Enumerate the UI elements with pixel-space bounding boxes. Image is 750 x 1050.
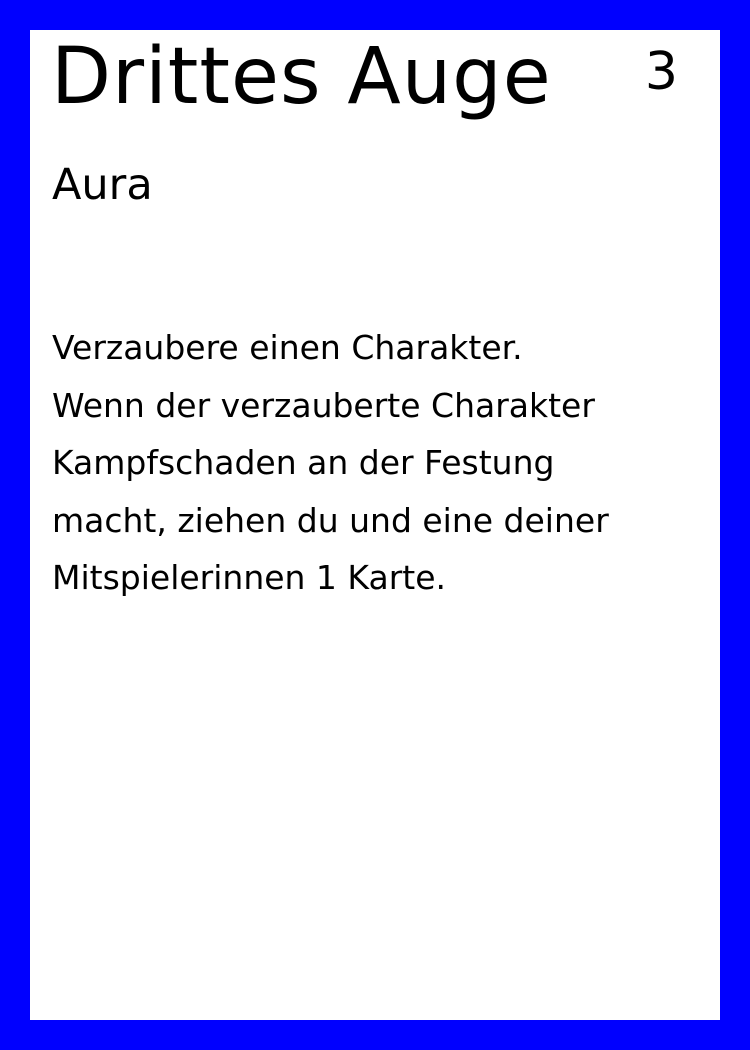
card-text-line: Wenn der verzauberte Charakter	[52, 385, 595, 425]
card-text-line: Kampfschaden an der Festung	[52, 443, 555, 482]
card-rules-text: Verzaubere einen Charakter. Wenn der ver…	[52, 319, 712, 607]
card-type: Aura	[52, 160, 153, 210]
card-cost: 3	[644, 42, 678, 102]
card-text-line: macht, ziehen du und eine deiner	[52, 500, 609, 540]
card-text-line: Mitspielerinnen 1 Karte.	[52, 558, 447, 597]
card-text-line: Verzaubere einen Charakter.	[52, 328, 523, 367]
card-title: Drittes Auge	[51, 32, 552, 122]
game-card: Drittes Auge 3 Aura Verzaubere einen Cha…	[0, 0, 750, 1050]
